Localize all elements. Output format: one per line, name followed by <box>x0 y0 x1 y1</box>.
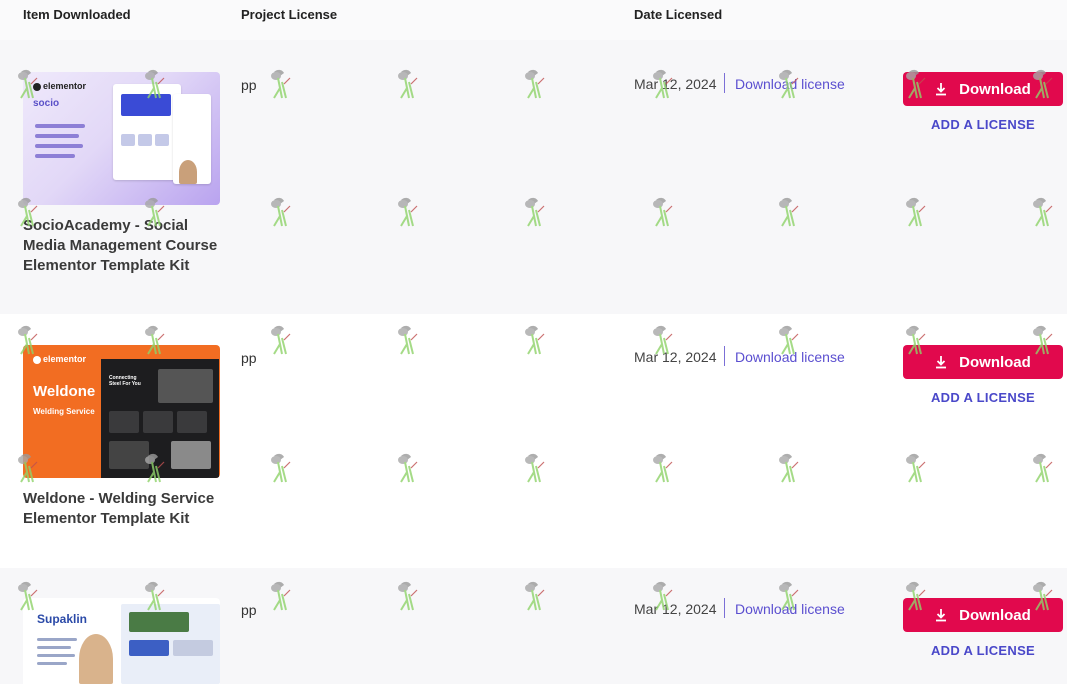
project-license-value: pp <box>241 350 257 366</box>
download-button[interactable]: Download <box>903 598 1063 632</box>
separator <box>724 598 725 618</box>
item-title[interactable]: SocioAcademy - Social Media Management C… <box>23 216 233 276</box>
column-header-license: Project License <box>241 7 338 22</box>
table-row: elementor socio SocioAcademy - Social Me… <box>0 40 1067 314</box>
download-button-label: Download <box>959 353 1031 371</box>
download-icon <box>936 356 947 369</box>
item-title[interactable]: Weldone - Welding Service Elementor Temp… <box>23 489 233 529</box>
download-button-label: Download <box>959 606 1031 624</box>
download-button[interactable]: Download <box>903 345 1063 379</box>
elementor-logo: elementor <box>33 354 86 364</box>
download-icon <box>936 83 947 96</box>
date-licensed: Mar 12, 2024 <box>634 76 717 92</box>
download-button-label: Download <box>959 80 1031 98</box>
download-license-link[interactable]: Download license <box>735 349 845 365</box>
download-icon <box>936 609 947 622</box>
table-row: Supaklin pp Mar 12, 2024 Download licens… <box>0 568 1067 684</box>
project-license-value: pp <box>241 77 257 93</box>
welding-service-label: Welding Service <box>33 407 95 416</box>
separator <box>724 73 725 93</box>
column-header-item: Item Downloaded <box>23 7 131 22</box>
item-thumbnail-weldone[interactable]: elementor Weldone Welding Service Connec… <box>23 345 220 478</box>
add-license-link[interactable]: ADD A LICENSE <box>903 117 1063 132</box>
project-license-value: pp <box>241 602 257 618</box>
column-header-date: Date Licensed <box>634 7 723 22</box>
add-license-link[interactable]: ADD A LICENSE <box>903 390 1063 405</box>
weldone-logo: Weldone <box>33 383 96 400</box>
item-thumbnail-socioacademy[interactable]: elementor socio <box>23 72 220 205</box>
item-thumbnail-supaklin[interactable]: Supaklin <box>23 598 220 684</box>
download-license-link[interactable]: Download license <box>735 601 845 617</box>
date-licensed: Mar 12, 2024 <box>634 349 717 365</box>
thumbnail-heading: Connecting Steel For You <box>109 375 141 387</box>
date-licensed: Mar 12, 2024 <box>634 601 717 617</box>
elementor-logo: elementor <box>33 81 86 91</box>
socio-logo: socio <box>33 98 60 109</box>
supaklin-logo: Supaklin <box>37 612 88 626</box>
table-header: Item Downloaded Project License Date Lic… <box>0 0 1067 40</box>
download-button[interactable]: Download <box>903 72 1063 106</box>
table-row: elementor Weldone Welding Service Connec… <box>0 314 1067 568</box>
add-license-link[interactable]: ADD A LICENSE <box>903 643 1063 658</box>
separator <box>724 346 725 366</box>
download-license-link[interactable]: Download license <box>735 76 845 92</box>
